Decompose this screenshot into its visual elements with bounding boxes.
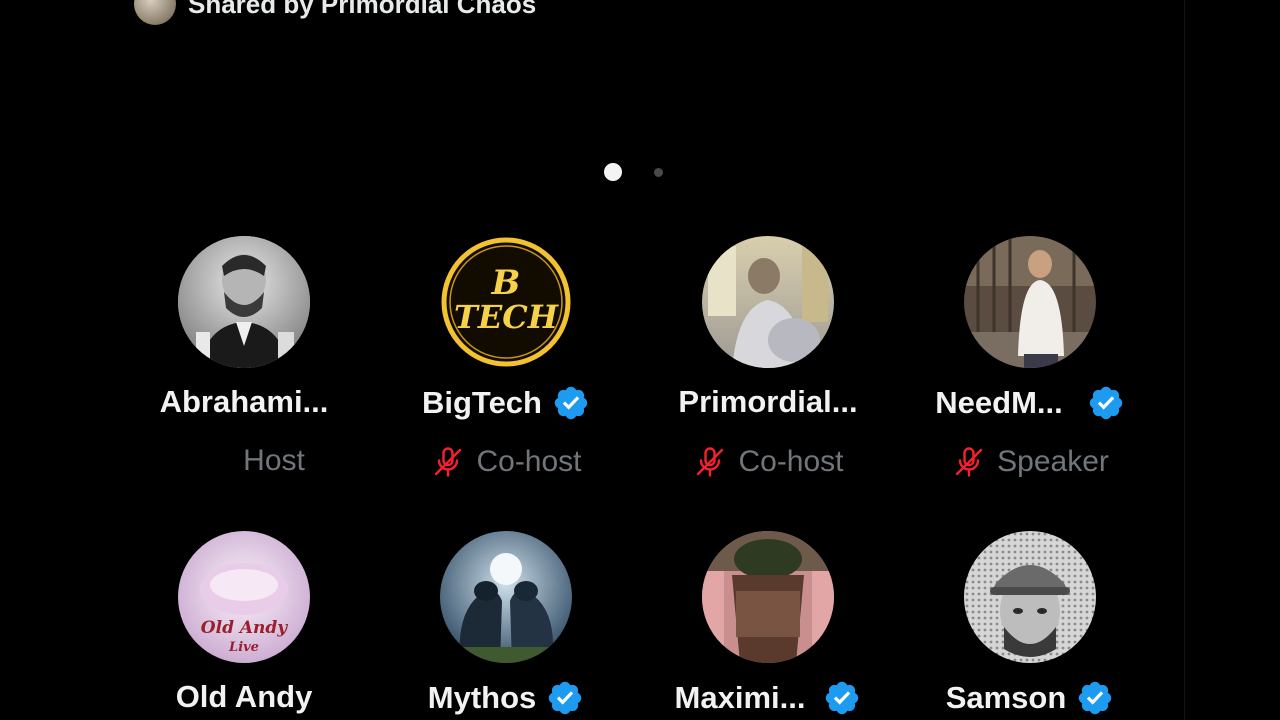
participant-name: Samson: [945, 680, 1067, 715]
svg-text:TECH: TECH: [454, 298, 560, 336]
verified-badge-icon: [1089, 386, 1122, 420]
participant-cell[interactable]: Old Andy Live Old Andy: [113, 531, 375, 720]
kitchen-photo-icon: [702, 236, 834, 368]
participant-name: NeedM...: [935, 385, 1063, 420]
man-in-room-photo-icon: [964, 236, 1096, 368]
shared-by-label: Shared by Primordial Chaos: [188, 0, 537, 19]
bigtech-logo-icon: B TECH: [440, 236, 572, 368]
svg-text:Old Andy: Old Andy: [201, 618, 289, 638]
avatar: [964, 531, 1096, 663]
verified-badge-icon: [1079, 681, 1112, 715]
avatar: [702, 236, 834, 368]
participant-role: Speaker: [997, 445, 1109, 478]
column-divider: [1184, 0, 1185, 720]
svg-text:Live: Live: [228, 640, 259, 655]
old-andy-logo-icon: Old Andy Live: [178, 531, 310, 663]
avatar: B TECH: [440, 236, 572, 368]
participant-cell[interactable]: Mythos: [375, 531, 637, 720]
avatar: [178, 236, 310, 368]
participant-name: Old Andy: [175, 679, 313, 714]
participant-name: Mythos: [427, 680, 537, 715]
avatar: [702, 531, 834, 663]
page-dot-2[interactable]: [654, 167, 663, 177]
avatar: [440, 531, 572, 663]
participant-name: BigTech: [422, 385, 542, 420]
verified-badge-icon: [549, 681, 582, 715]
lincoln-portrait-icon: [178, 236, 310, 368]
participant-name: Maximi...: [674, 680, 806, 715]
participant-cell[interactable]: Samson: [899, 531, 1161, 720]
participant-cell[interactable]: Primordial... Co-host: [637, 236, 899, 496]
planter-photo-icon: [702, 531, 834, 663]
mic-off-icon: [697, 447, 724, 477]
verified-badge-icon: [826, 681, 859, 715]
verified-badge-icon: [554, 386, 588, 420]
participant-cell[interactable]: B TECH BigTech Co-host: [375, 236, 637, 496]
participant-role: Host: [243, 444, 305, 477]
page-dot-1[interactable]: [604, 163, 622, 181]
pagination-dots: [604, 163, 663, 181]
avatar: Old Andy Live: [178, 531, 310, 663]
avatar: [964, 236, 1096, 368]
mic-off-icon: [435, 447, 462, 477]
participant-name: Abrahami...: [159, 384, 329, 419]
participant-cell[interactable]: NeedM... Speaker: [899, 236, 1161, 496]
man-in-cap-photo-icon: [964, 531, 1096, 663]
participant-role: Co-host: [476, 445, 582, 478]
participant-cell[interactable]: Abrahami... Host: [113, 236, 375, 496]
mic-off-icon: [955, 447, 983, 477]
participant-role: Co-host: [738, 445, 844, 478]
space-participants-view: Shared by Primordial Chaos Abrahami... H…: [0, 0, 1280, 720]
avatar: [134, 0, 176, 25]
bears-fighting-art-icon: [440, 531, 572, 663]
shared-by-row[interactable]: Shared by Primordial Chaos: [134, 0, 537, 25]
participant-name: Primordial...: [678, 384, 858, 419]
participant-cell[interactable]: Maximi...: [637, 531, 899, 720]
svg-text:B: B: [491, 263, 521, 303]
